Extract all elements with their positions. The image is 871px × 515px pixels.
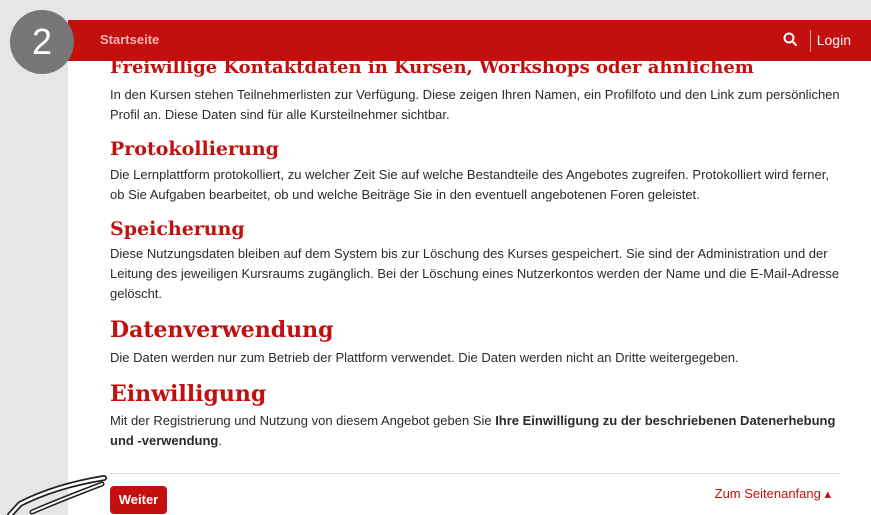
section-text: Mit der Registrierung und Nutzung von di… (110, 411, 840, 451)
login-link[interactable]: Login (817, 32, 851, 48)
section-text: Die Daten werden nur zum Betrieb der Pla… (110, 349, 739, 365)
top-navbar: Startseite Login (68, 20, 871, 61)
nav-separator (810, 30, 811, 52)
section-text: In den Kursen stehen Teilnehmerlisten zu… (110, 86, 840, 122)
section-text: Die Lernplattform protokolliert, zu welc… (110, 166, 829, 202)
privacy-content: Freiwillige Kontaktdaten in Kursen, Work… (110, 57, 840, 451)
consent-text-end: . (218, 432, 222, 448)
section-heading: Einwilligung (110, 380, 267, 407)
section-heading: Protokollierung (110, 137, 279, 160)
pointer-arrow-icon (7, 475, 107, 515)
consent-text-start: Mit der Registrierung und Nutzung von di… (110, 412, 496, 428)
search-icon[interactable] (781, 30, 801, 50)
back-to-top-link[interactable]: Zum Seitenanfang ▴ (715, 486, 831, 502)
section-heading: Freiwillige Kontaktdaten in Kursen, Work… (110, 57, 754, 78)
section-text: Diese Nutzungsdaten bleiben auf dem Syst… (110, 246, 840, 302)
section-heading: Speicherung (110, 217, 245, 240)
step-number-badge: 2 (10, 10, 74, 74)
nav-home-link[interactable]: Startseite (100, 32, 159, 47)
section-heading: Datenverwendung (110, 317, 334, 344)
footer-divider (110, 473, 840, 474)
